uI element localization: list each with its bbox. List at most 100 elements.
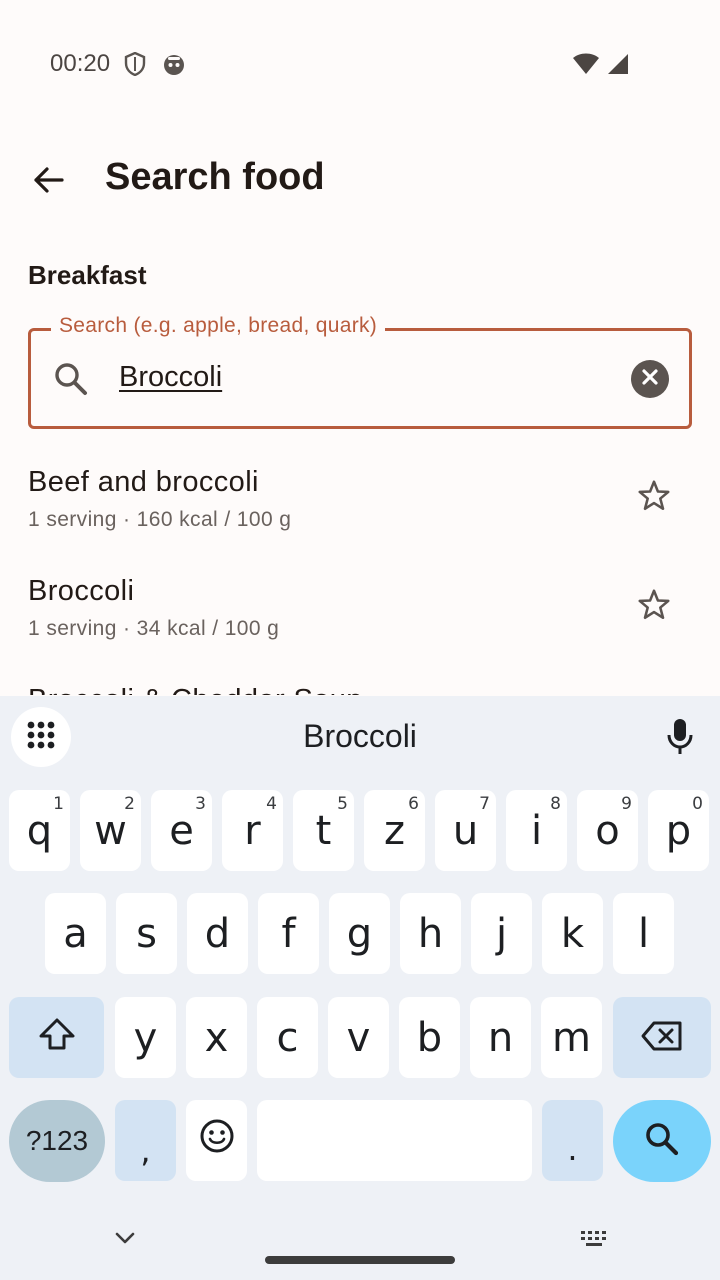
letter-key[interactable]: a [45,893,106,974]
clear-search-button[interactable] [631,360,669,398]
microphone-icon[interactable] [666,718,694,761]
letter-key[interactable]: o9 [577,790,638,871]
key-label: m [552,1014,591,1061]
key-label: h [417,910,444,957]
backspace-icon [641,1015,683,1061]
suggestion-strip: Broccoli [0,696,720,782]
letter-key[interactable]: p0 [648,790,709,871]
key-label: x [204,1014,229,1061]
food-name: Beef and broccoli [28,466,259,498]
key-number-hint: 6 [408,794,419,814]
letter-key[interactable]: n [470,997,531,1078]
key-label: z [384,807,405,854]
key-label: n [487,1014,514,1061]
space-key[interactable] [257,1100,532,1181]
key-number-hint: 2 [124,794,135,814]
star-outline-icon [636,478,672,519]
period-label: . [567,1129,578,1168]
home-gesture-bar[interactable] [265,1256,455,1264]
key-number-hint: 9 [621,794,632,814]
letter-key[interactable]: j [471,893,532,974]
food-name: Broccoli [28,575,135,607]
key-label: u [452,807,479,854]
letter-key[interactable]: b [399,997,460,1078]
key-number-hint: 4 [266,794,277,814]
key-label: a [63,910,88,957]
letter-key[interactable]: g [329,893,390,974]
letter-key[interactable]: l [613,893,674,974]
favorite-button[interactable] [632,585,676,629]
letter-key[interactable]: u7 [435,790,496,871]
food-details: 1 serving · 34 kcal / 100 g [28,617,280,640]
cell-signal-icon [606,52,630,81]
letter-key[interactable]: q1 [9,790,70,871]
key-label: y [133,1014,158,1061]
search-icon [53,361,89,402]
key-label: o [595,807,620,854]
search-key[interactable] [613,1100,711,1182]
onscreen-keyboard: Broccoli [0,696,720,1280]
list-item[interactable]: Broccoli 1 serving · 34 kcal / 100 g [0,559,720,668]
letter-key[interactable]: e3 [151,790,212,871]
close-icon [641,368,659,391]
meal-label: Breakfast [28,260,147,290]
results-list: Beef and broccoli 1 serving · 160 kcal /… [0,450,720,695]
letter-key[interactable]: v [328,997,389,1078]
backspace-key[interactable] [613,997,711,1078]
period-key[interactable]: . [542,1100,603,1181]
letter-key[interactable]: m [541,997,602,1078]
key-label: q [26,807,53,854]
key-label: c [276,1014,299,1061]
letter-key[interactable]: s [116,893,177,974]
key-label: i [530,807,543,854]
wifi-icon [572,52,600,81]
list-item[interactable]: Broccoli & Cheddar Soup [0,668,720,695]
key-label: p [665,807,692,854]
navigation-bar [0,1220,720,1280]
key-label: b [416,1014,443,1061]
key-label: d [204,910,231,957]
comma-label: , [140,1131,151,1170]
key-number-hint: 5 [337,794,348,814]
shift-key[interactable] [9,997,104,1078]
star-outline-icon [636,587,672,628]
key-label: w [94,807,127,854]
back-button[interactable] [22,160,74,204]
search-icon [644,1121,680,1162]
food-details: 1 serving · 160 kcal / 100 g [28,508,292,531]
hide-keyboard-icon[interactable] [113,1230,137,1251]
shift-arrow-icon [38,1015,76,1061]
letter-key[interactable]: d [187,893,248,974]
search-field[interactable]: Search (e.g. apple, bread, quark) Brocco… [28,314,692,429]
letter-key[interactable]: f [258,893,319,974]
key-label: e [169,807,194,854]
letter-key[interactable]: c [257,997,318,1078]
symbols-mode-key[interactable]: ?123 [9,1100,105,1182]
emoji-icon [199,1118,235,1164]
keyboard-switch-icon[interactable] [580,1230,610,1253]
key-number-hint: 3 [195,794,206,814]
key-number-hint: 7 [479,794,490,814]
app-bar: Search food [0,140,720,220]
letter-key[interactable]: r4 [222,790,283,871]
letter-key[interactable]: k [542,893,603,974]
emoji-key[interactable] [186,1100,247,1181]
key-number-hint: 1 [53,794,64,814]
page-title: Search food [105,156,325,198]
key-label: f [281,910,296,957]
letter-key[interactable]: t5 [293,790,354,871]
letter-key[interactable]: w2 [80,790,141,871]
search-field-label: Search (e.g. apple, bread, quark) [51,314,386,338]
suggestion-word[interactable]: Broccoli [0,718,720,755]
list-item[interactable]: Beef and broccoli 1 serving · 160 kcal /… [0,450,720,559]
favorite-button[interactable] [632,476,676,520]
vpn-shield-icon [124,51,146,81]
letter-key[interactable]: z6 [364,790,425,871]
key-label: k [560,910,585,957]
letter-key[interactable]: h [400,893,461,974]
letter-key[interactable]: x [186,997,247,1078]
search-input[interactable]: Broccoli [119,361,222,394]
comma-key[interactable]: , [115,1100,176,1181]
letter-key[interactable]: i8 [506,790,567,871]
letter-key[interactable]: y [115,997,176,1078]
